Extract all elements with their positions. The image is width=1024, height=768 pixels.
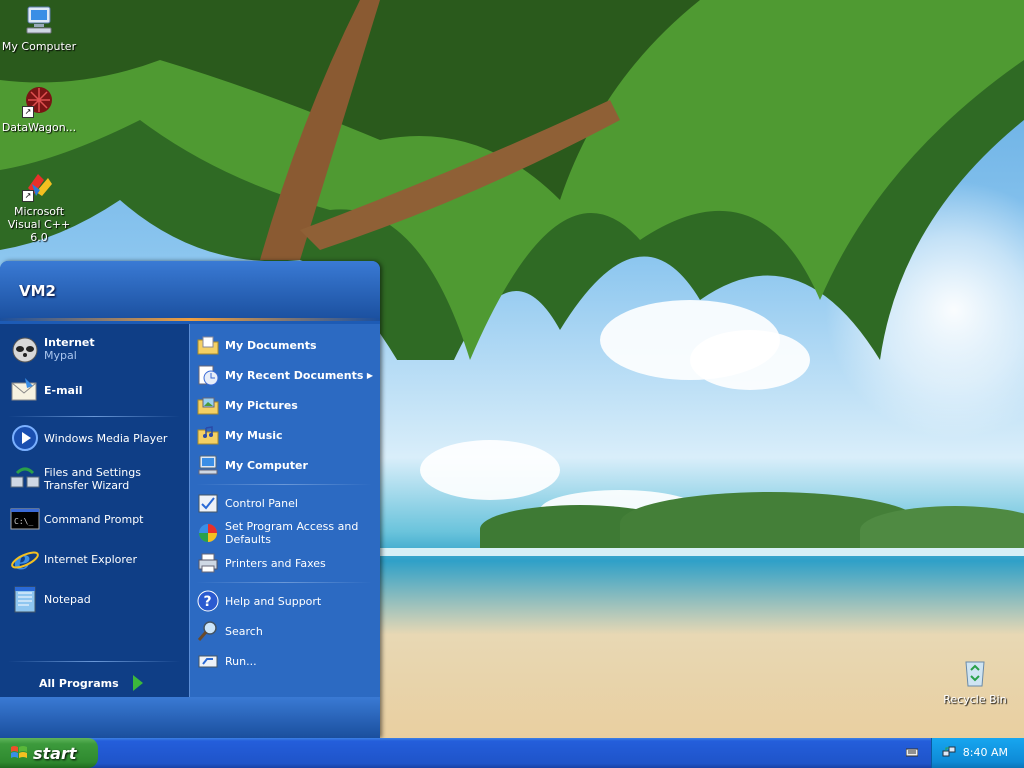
network-icon[interactable] (942, 745, 956, 762)
shore-foam (380, 548, 1024, 556)
setting-label: Set Program Access and Defaults (225, 520, 359, 546)
pictures-folder-icon (197, 394, 219, 416)
place-my-music[interactable]: My Music (197, 424, 283, 446)
recent-files-settings-transfer[interactable]: Files and Settings Transfer Wizard (9, 463, 184, 495)
start-menu-footer (0, 697, 380, 738)
windows-flag-icon (10, 744, 28, 762)
user-name: VM2 (19, 282, 56, 300)
pinned-email[interactable]: E-mail (9, 374, 83, 406)
recent-command-prompt[interactable]: C:\_ Command Prompt (9, 503, 144, 535)
place-label: My Pictures (225, 398, 298, 412)
run[interactable]: Run... (197, 650, 257, 672)
taskbar: start 8:40 AM (0, 738, 1024, 768)
run-icon (197, 650, 219, 672)
setting-label: Control Panel (225, 496, 298, 510)
internet-explorer-icon: e (9, 543, 41, 576)
cloud (420, 440, 560, 500)
recent-notepad[interactable]: Notepad (9, 583, 91, 615)
recent-documents-icon (197, 364, 219, 386)
recent-item-label: Command Prompt (44, 512, 144, 526)
desktop-icon-label: DataWagon... (1, 121, 77, 134)
pinned-item-title: E-mail (44, 383, 83, 397)
pinned-item-title: Internet (44, 336, 95, 349)
help-label: Search (225, 624, 263, 638)
desktop-icon-visual-cpp[interactable]: ↗ Microsoft Visual C++ 6.0 (0, 168, 78, 244)
start-button[interactable]: start (0, 738, 98, 768)
svg-text:C:\_: C:\_ (14, 517, 33, 526)
svg-text:?: ? (204, 594, 212, 610)
my-computer-icon (197, 454, 219, 476)
place-my-recent-documents[interactable]: My Recent Documents ▶ (197, 364, 373, 386)
recycle-bin-icon (958, 656, 992, 690)
datawagon-icon: ↗ (22, 84, 56, 118)
system-tray: 8:40 AM (931, 738, 1024, 768)
email-icon (9, 374, 41, 406)
place-label: My Music (225, 428, 283, 442)
desktop-icon-label: Microsoft Visual C++ 6.0 (7, 205, 71, 244)
pinned-internet[interactable]: Internet Mypal (9, 333, 95, 365)
help-and-support[interactable]: ? Help and Support (197, 590, 321, 612)
printer-icon (197, 552, 219, 574)
my-computer-icon (22, 3, 56, 37)
place-label: My Computer (225, 458, 308, 472)
all-programs-button[interactable]: All Programs (39, 675, 143, 691)
start-label: start (33, 743, 77, 763)
setting-control-panel[interactable]: Control Panel (197, 492, 298, 514)
command-prompt-icon: C:\_ (9, 503, 41, 535)
keyboard-icon[interactable] (905, 746, 919, 758)
music-folder-icon (197, 424, 219, 446)
shortcut-arrow-icon: ↗ (22, 106, 34, 118)
pinned-item-subtitle: Mypal (44, 349, 77, 362)
desktop-icon-datawagon[interactable]: ↗ DataWagon... (0, 84, 78, 134)
search-icon (197, 620, 219, 642)
recent-windows-media-player[interactable]: Windows Media Player (9, 422, 167, 454)
place-my-computer[interactable]: My Computer (197, 454, 308, 476)
place-label: My Recent Documents (225, 368, 364, 382)
media-player-icon (9, 422, 41, 454)
recent-item-label: Notepad (44, 592, 91, 606)
program-access-icon (197, 522, 219, 544)
place-my-pictures[interactable]: My Pictures (197, 394, 298, 416)
help-label: Help and Support (225, 594, 322, 608)
desktop-icon-recycle-bin[interactable]: Recycle Bin (936, 656, 1014, 706)
start-menu-header: VM2 (0, 261, 380, 321)
control-panel-icon (197, 492, 219, 514)
start-menu-programs-pane: Internet Mypal E-mail Windows Media Playe… (0, 324, 190, 697)
place-my-documents[interactable]: My Documents (197, 334, 317, 356)
separator (8, 661, 180, 662)
submenu-arrow-icon: ▶ (366, 370, 373, 380)
separator (8, 416, 180, 417)
help-label: Run... (225, 654, 257, 668)
desktop-icon-my-computer[interactable]: My Computer (0, 3, 78, 53)
hill (860, 506, 1024, 554)
recent-item-label: Files and Settings Transfer Wizard (44, 466, 141, 492)
separator (196, 582, 372, 583)
desktop-icon-label: Recycle Bin (943, 693, 1007, 706)
recent-item-label: Internet Explorer (44, 552, 137, 566)
start-menu: VM2 Internet Mypal E-mail Windows Media P… (0, 261, 380, 738)
all-programs-label: All Programs (39, 676, 119, 690)
setting-label: Printers and Faxes (225, 556, 326, 570)
raccoon-browser-icon (9, 333, 41, 365)
separator (196, 484, 372, 485)
recent-item-label: Windows Media Player (44, 431, 168, 445)
notepad-icon (9, 583, 41, 615)
green-arrow-icon (132, 675, 143, 691)
recent-internet-explorer[interactable]: e Internet Explorer (9, 543, 137, 576)
clock[interactable]: 8:40 AM (963, 746, 1008, 759)
start-menu-places-pane: My Documents My Recent Documents ▶ My Pi… (190, 324, 380, 697)
transfer-wizard-icon (9, 463, 41, 495)
shortcut-arrow-icon: ↗ (22, 190, 34, 202)
setting-program-access[interactable]: Set Program Access and Defaults (197, 520, 373, 546)
desktop-icon-label: My Computer (1, 40, 77, 53)
visual-cpp-icon: ↗ (22, 168, 56, 202)
documents-folder-icon (197, 334, 219, 356)
setting-printers-faxes[interactable]: Printers and Faxes (197, 552, 326, 574)
place-label: My Documents (225, 338, 317, 352)
help-icon: ? (197, 590, 219, 612)
search[interactable]: Search (197, 620, 263, 642)
